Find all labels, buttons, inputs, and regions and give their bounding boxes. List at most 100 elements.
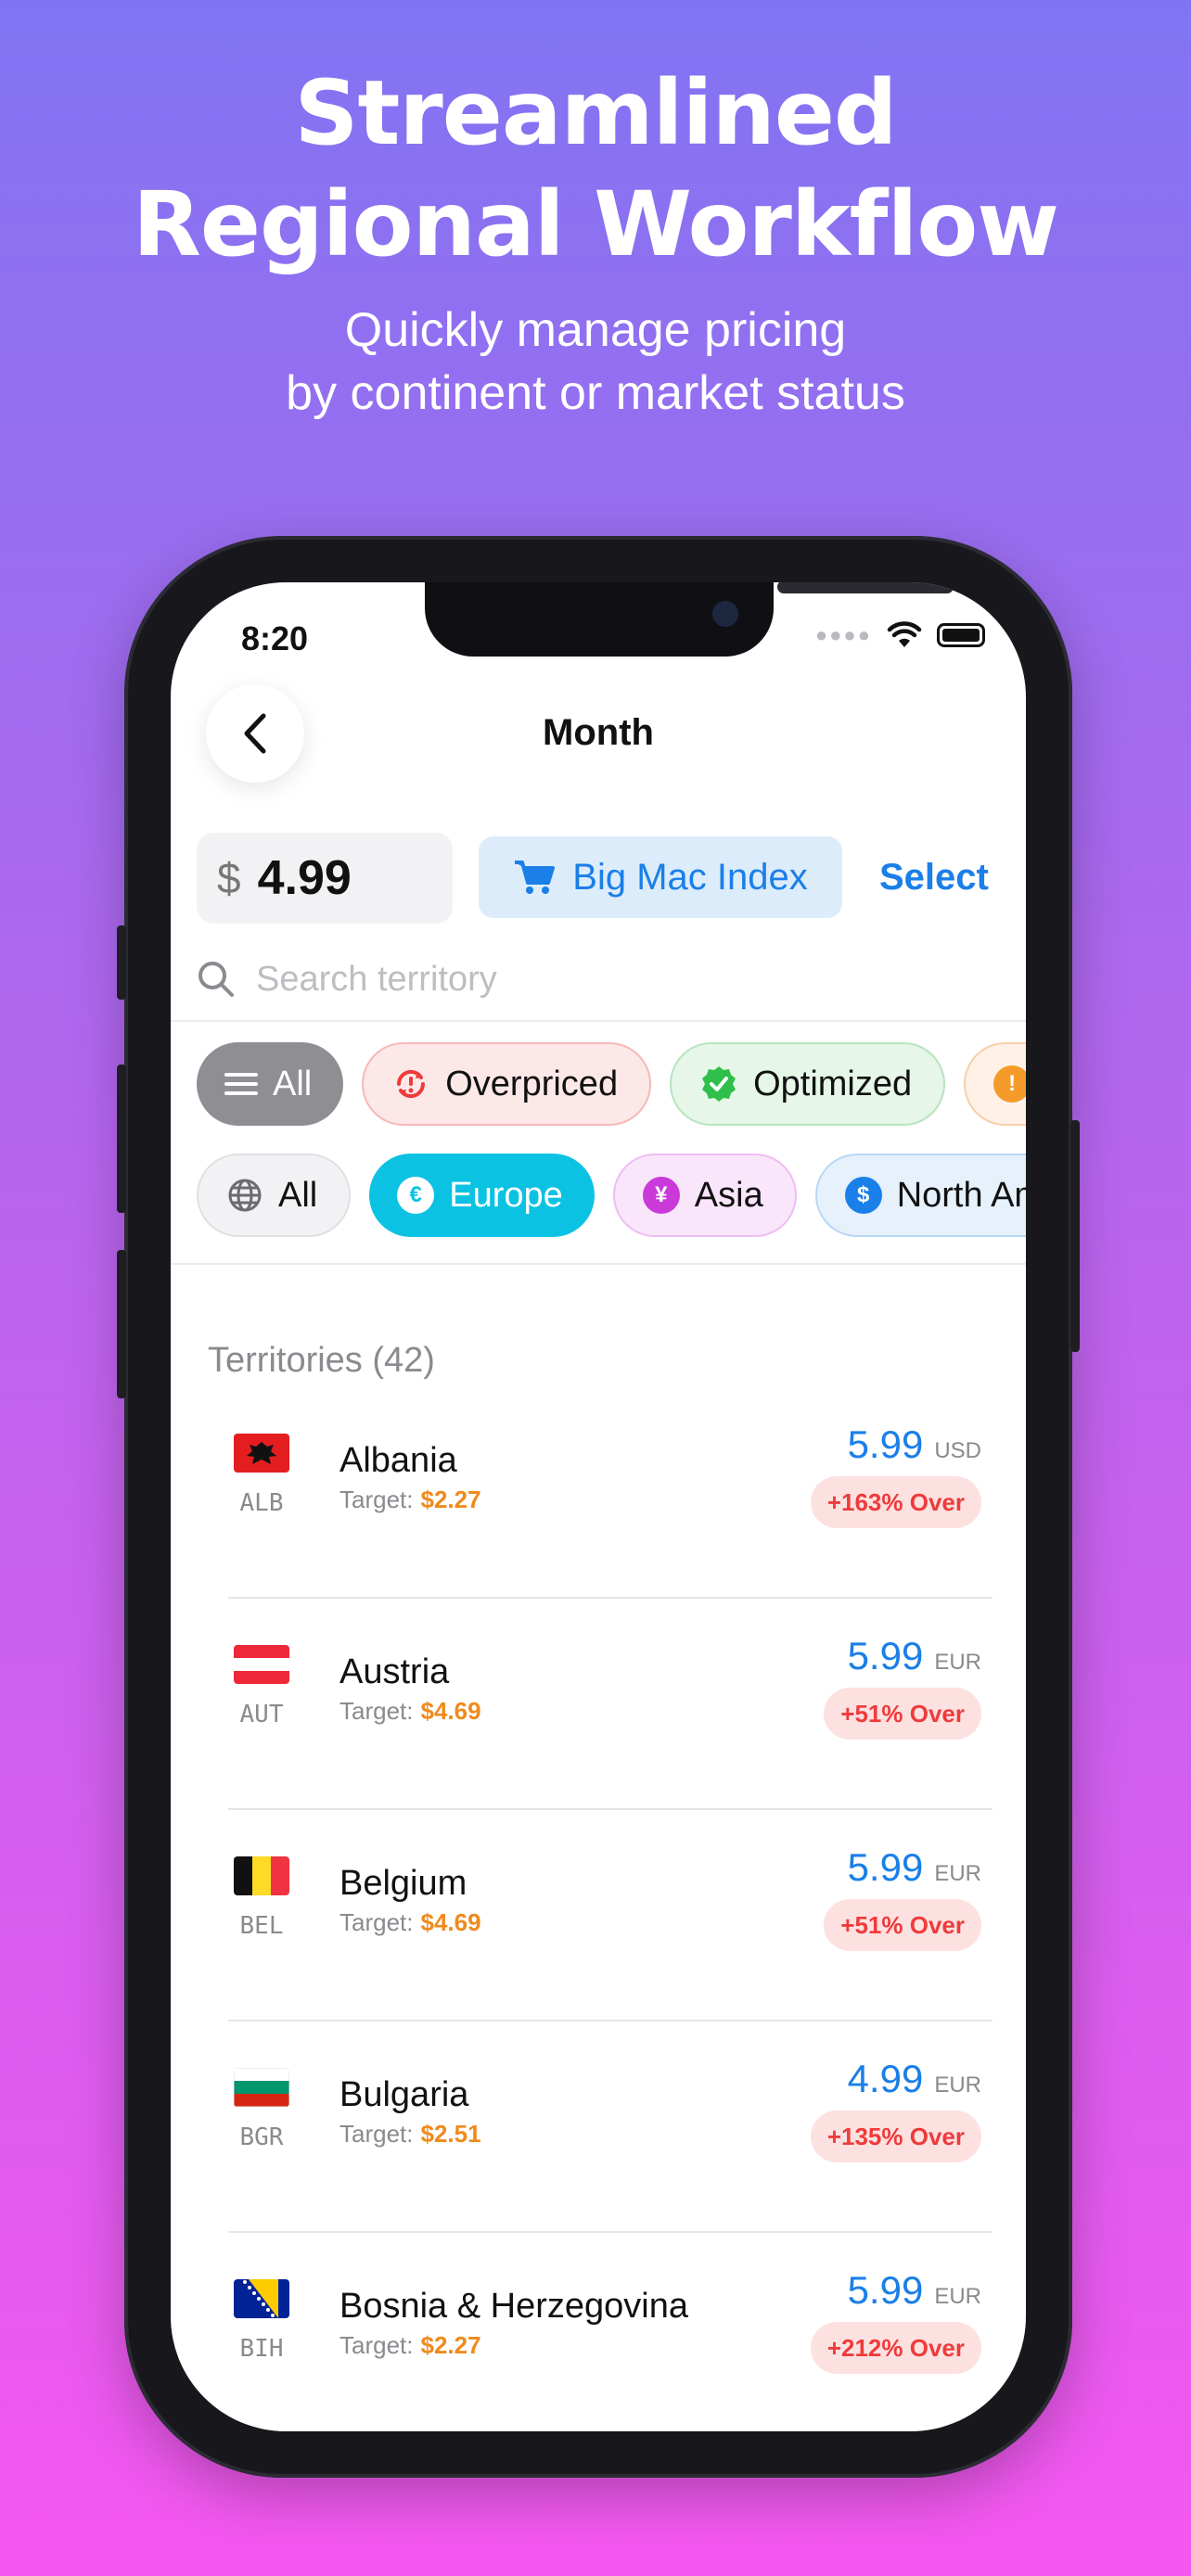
status-chip-overpriced[interactable]: Overpriced (362, 1042, 652, 1126)
territory-name: Bulgaria (339, 2075, 469, 2114)
warning-icon: ! (993, 1065, 1026, 1103)
target-label: Target: (339, 1697, 414, 1725)
territory-price: 4.99 EUR (848, 2057, 981, 2101)
territory-name: Austria (339, 1652, 450, 1691)
target-value: $2.51 (420, 2120, 481, 2148)
territory-target: Target: $2.27 (339, 1486, 481, 1514)
territory-code: BGR (239, 2123, 284, 2151)
price-value: 5.99 (847, 2268, 924, 2312)
territory-row[interactable]: AUT Austria Target: $4.69 5.99 EUR +51% Ov… (171, 1599, 1026, 1810)
region-chip-label: All (278, 1175, 318, 1215)
phone-screen: 8:20 ●●●● Month $ 4.99 Big Mac Index Sel… (171, 582, 1026, 2431)
price-value: 5.99 (847, 1845, 924, 1889)
region-chip-label: Asia (694, 1175, 763, 1215)
territory-target: Target: $2.27 (339, 2331, 481, 2360)
big-mac-index-button[interactable]: Big Mac Index (479, 836, 842, 918)
status-chip-label: Overpriced (445, 1064, 619, 1103)
currency-code: EUR (934, 1861, 981, 1886)
mute-switch (117, 925, 126, 1000)
subline-line-2: by continent or market status (286, 366, 905, 420)
region-chip-label: Europe (449, 1175, 563, 1215)
region-chip-all[interactable]: All (197, 1154, 352, 1237)
currency-code: EUR (934, 1650, 981, 1675)
territory-price: 5.99 EUR (848, 1845, 981, 1890)
search-icon (198, 962, 234, 997)
territory-row[interactable]: BIH Bosnia & Herzegovina Target: $2.27 5.… (171, 2233, 1026, 2431)
status-badge: +51% Over (824, 1688, 981, 1740)
currency-code: EUR (934, 2284, 981, 2309)
currency-code: USD (934, 1438, 981, 1463)
cellular-icon: ●●●● (814, 623, 872, 646)
target-label: Target: (339, 1486, 414, 1513)
price-input[interactable]: $ 4.99 (197, 833, 453, 924)
territory-target: Target: $2.51 (339, 2120, 481, 2149)
price-value: 5.99 (847, 1422, 924, 1466)
status-icons: ●●●● (815, 621, 985, 649)
camera (712, 601, 738, 627)
status-chip-optimized[interactable]: Optimized (670, 1042, 946, 1126)
territory-price: 5.99 EUR (848, 2268, 981, 2313)
search-bar[interactable]: Search territory (197, 948, 1013, 1011)
status-badge: +135% Over (810, 2111, 981, 2162)
territory-row[interactable]: BEL Belgium Target: $4.69 5.99 EUR +51% Ov… (171, 1810, 1026, 2021)
territory-row[interactable]: ALB Albania Target: $2.27 5.99 USD +163% O… (171, 1387, 1026, 1599)
territory-price: 5.99 EUR (848, 1634, 981, 1678)
territory-target: Target: $4.69 (339, 1697, 481, 1726)
currency-symbol: $ (217, 854, 241, 902)
price-value: 4.99 (847, 2057, 924, 2100)
page-title: Month (543, 712, 654, 753)
target-value: $4.69 (420, 1908, 481, 1936)
territory-code: BEL (239, 1912, 284, 1940)
headline-line-2: Regional Workflow (133, 172, 1059, 276)
target-label: Target: (339, 1908, 414, 1936)
wifi-icon (887, 621, 922, 647)
status-chip-partial[interactable]: ! (964, 1042, 1026, 1126)
status-badge: +163% Over (810, 1476, 981, 1528)
verified-badge-icon (702, 1066, 736, 1102)
target-value: $4.69 (420, 1697, 481, 1725)
flag-austria-icon (234, 1645, 289, 1684)
region-chip-asia[interactable]: ¥ Asia (612, 1154, 797, 1237)
status-chip-label: Optimized (753, 1064, 913, 1103)
region-filter-row: All € Europe ¥ Asia $ North Am (197, 1154, 1026, 1237)
overpriced-icon (397, 1069, 426, 1099)
status-filter-row: All Overpriced Optimized ! (197, 1042, 1026, 1126)
territory-row[interactable]: BGR Bulgaria Target: $2.51 4.99 EUR +135% … (171, 2021, 1026, 2233)
status-chip-label: All (273, 1064, 313, 1103)
status-chip-all[interactable]: All (197, 1042, 344, 1126)
territories-header: Territories (42) (208, 1341, 435, 1380)
currency-code: EUR (934, 2072, 981, 2098)
target-value: $2.27 (420, 2331, 481, 2359)
big-mac-index-label: Big Mac Index (572, 856, 808, 898)
territory-name: Belgium (339, 1864, 467, 1903)
search-input[interactable]: Search territory (256, 960, 497, 1000)
divider (171, 1263, 1026, 1265)
territory-code: AUT (239, 1701, 284, 1728)
target-label: Target: (339, 2120, 414, 2148)
volume-down-button (117, 1250, 126, 1398)
region-chip-north-america[interactable]: $ North Am (814, 1154, 1026, 1237)
status-time: 8:20 (241, 619, 309, 657)
euro-icon: € (397, 1177, 435, 1214)
price-value: 5.99 (847, 1634, 924, 1677)
region-chip-europe[interactable]: € Europe (369, 1154, 595, 1237)
volume-up-button (117, 1065, 126, 1213)
notch (425, 582, 954, 657)
yen-icon: ¥ (642, 1177, 680, 1214)
status-badge: +51% Over (824, 1899, 981, 1951)
divider (171, 1020, 1026, 1022)
select-button[interactable]: Select (879, 857, 989, 899)
phone-frame: 8:20 ●●●● Month $ 4.99 Big Mac Index Sel… (117, 536, 1080, 2478)
marketing-headline: Streamlined Regional Workflow (0, 57, 1191, 280)
dollar-icon: $ (844, 1177, 882, 1214)
globe-icon (228, 1179, 262, 1212)
target-value: $2.27 (420, 1486, 481, 1513)
flag-albania-icon (234, 1434, 289, 1473)
price-value: 4.99 (257, 851, 352, 905)
territory-code: BIH (239, 2335, 284, 2363)
marketing-subline: Quickly manage pricing by continent or m… (0, 299, 1191, 425)
flag-bulgaria-icon (234, 2068, 289, 2107)
territory-name: Bosnia & Herzegovina (339, 2287, 688, 2326)
flag-belgium-icon (234, 1856, 289, 1895)
cart-icon (515, 861, 556, 894)
